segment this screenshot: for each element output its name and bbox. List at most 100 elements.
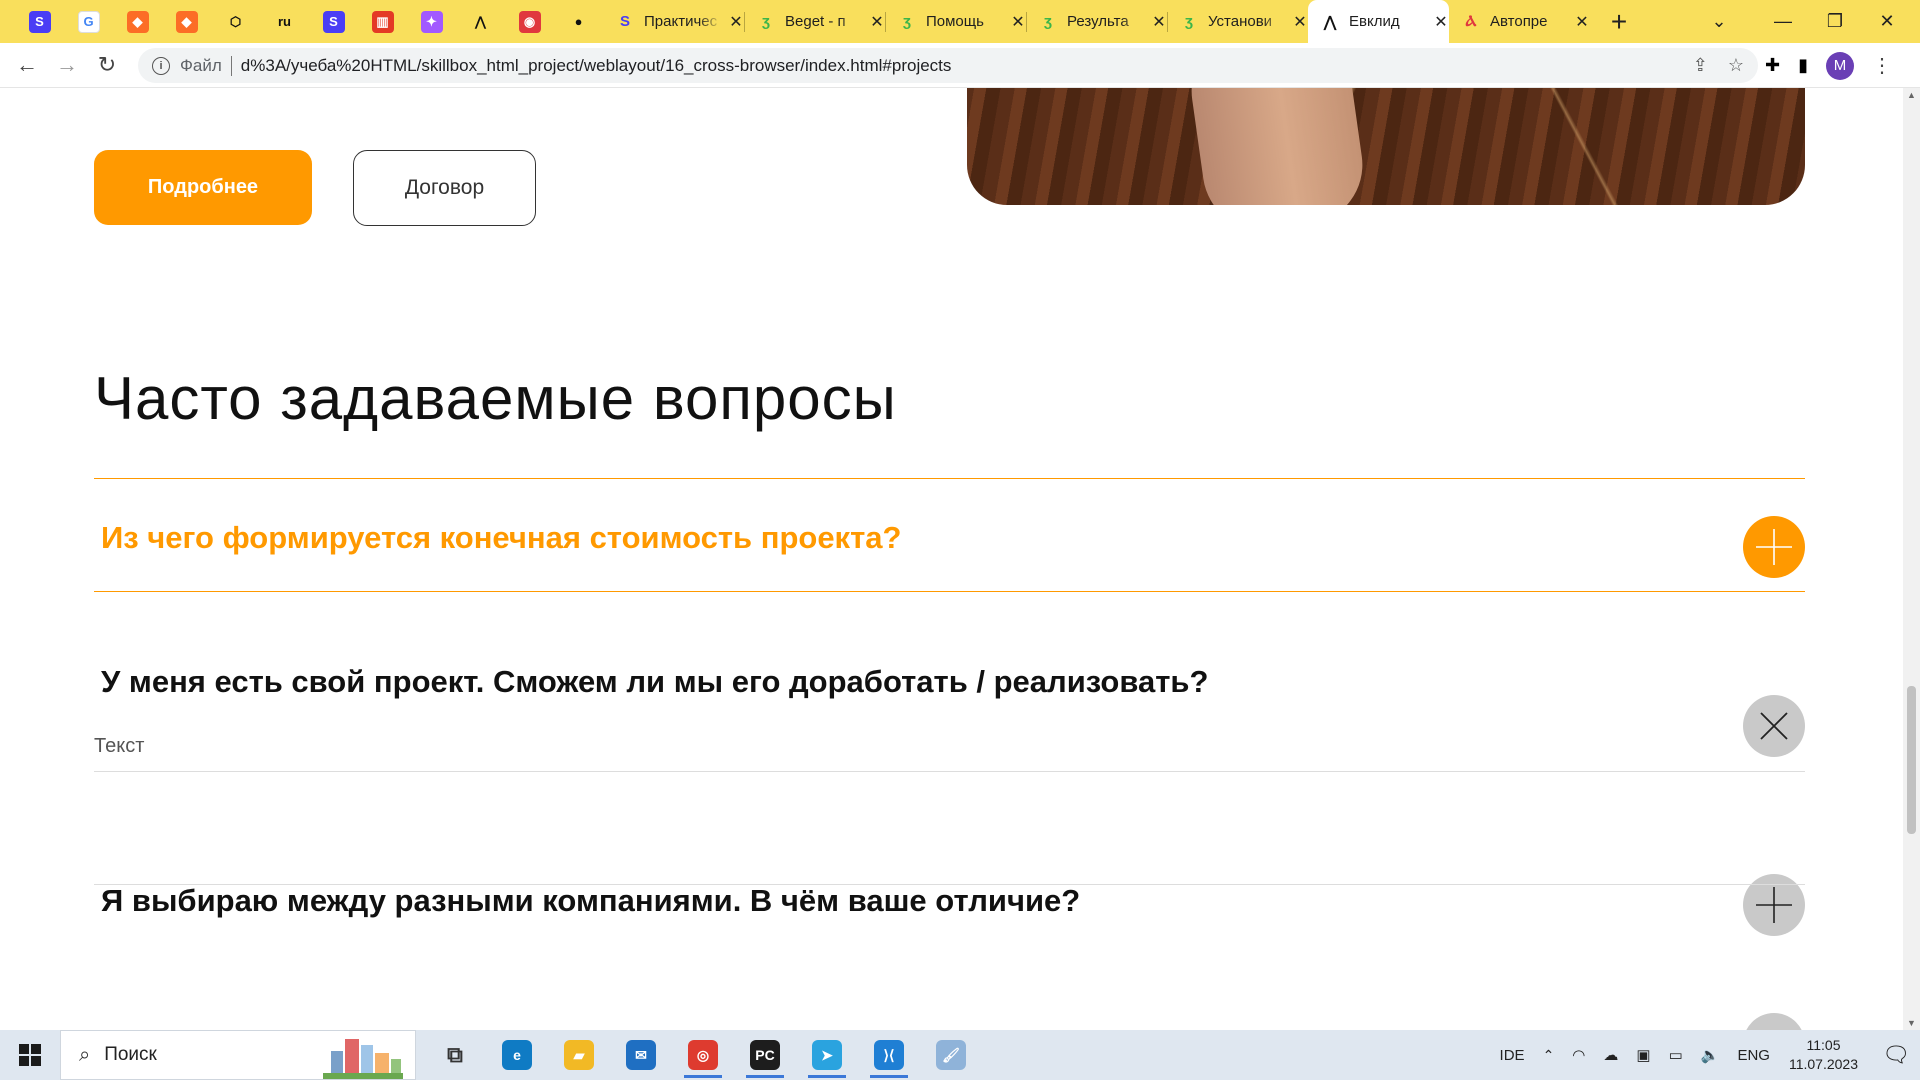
taskbar-app[interactable]: PC	[734, 1030, 796, 1080]
chrome-icon: ◎	[688, 1040, 718, 1070]
browser-tab[interactable]: Ⲁ Автопре ✕	[1449, 0, 1590, 43]
taskbar-app[interactable]: 🖌	[920, 1030, 982, 1080]
github-icon: ●	[574, 14, 583, 29]
taskbar-app[interactable]: ➤	[796, 1030, 858, 1080]
browser-tab-strip: S G ◆ ◆ ⬡ ru S ▥ ✦ ⋀ ◉ ● S Практичес ✕ ʒ Beget - п ✕ ʒ Пом…	[0, 0, 1920, 43]
faq-toggle-cost[interactable]	[1743, 516, 1805, 578]
pinned-tab[interactable]: ru	[260, 0, 309, 43]
pinned-tab[interactable]: ✦	[407, 0, 456, 43]
pinned-tab[interactable]: ◆	[113, 0, 162, 43]
running-indicator	[808, 1075, 846, 1078]
new-tab-button[interactable]: +	[1604, 0, 1634, 43]
tab-close-icon[interactable]: ✕	[869, 12, 885, 32]
taskbar-app[interactable]: e	[486, 1030, 548, 1080]
taskbar-search-box[interactable]: ⌕ Поиск	[60, 1030, 416, 1080]
tab-favicon-icon: ʒ	[1044, 13, 1052, 30]
back-arrow-icon[interactable]: ←	[7, 45, 47, 85]
gitlab-icon: ◆	[175, 10, 198, 33]
pinned-tab[interactable]: ⬡	[211, 0, 260, 43]
taskbar-app[interactable]: ◎	[672, 1030, 734, 1080]
share-icon[interactable]: ⇪	[1693, 55, 1708, 76]
address-bar[interactable]: i Файл d%3A/учеба%20HTML/skillbox_html_p…	[138, 48, 1758, 83]
forward-arrow-icon[interactable]: →	[47, 45, 87, 85]
windows-start-icon[interactable]	[0, 1030, 60, 1080]
close-window-icon[interactable]: ✕	[1864, 0, 1910, 43]
scroll-thumb[interactable]	[1907, 686, 1916, 834]
more-button[interactable]: Подробнее	[94, 150, 312, 225]
pinned-tab[interactable]: ◉	[505, 0, 554, 43]
pinned-tab[interactable]: ◆	[162, 0, 211, 43]
windows-taskbar: ⌕ Поиск ⧉ e ▰ ✉ ◎ PC ➤ ⟩⟨ 🖌 IDE ⌃ ◠ ☁ ▣ ▭ 🔈 ENG …	[0, 1030, 1920, 1080]
profile-avatar[interactable]: M	[1826, 51, 1854, 80]
faq-answer-own-project: Текст	[94, 735, 145, 757]
tab-favicon-icon: ⋀	[1323, 13, 1337, 31]
extensions-puzzle-icon[interactable]: ✚	[1765, 55, 1780, 76]
pinned-tab[interactable]: ●	[554, 0, 603, 43]
meet-now-icon[interactable]: ▣	[1636, 1046, 1650, 1064]
browser-tab[interactable]: ʒ Beget - п ✕	[744, 0, 885, 43]
browser-tab[interactable]: ⋀ Евклид ✕	[1308, 0, 1449, 43]
tab-title: Установи	[1208, 13, 1273, 30]
onedrive-icon[interactable]: ☁	[1603, 1046, 1618, 1064]
pinned-tab[interactable]: ▥	[358, 0, 407, 43]
page-scrollbar[interactable]: ▲ ▼	[1903, 88, 1920, 1030]
clock-time: 11:05	[1806, 1037, 1841, 1053]
url-text[interactable]: d%3A/учеба%20HTML/skillbox_html_project/…	[241, 56, 952, 76]
scroll-down-icon[interactable]: ▼	[1907, 1018, 1916, 1028]
browser-tab[interactable]: ʒ Установи ✕	[1167, 0, 1308, 43]
system-tray: IDE ⌃ ◠ ☁ ▣ ▭ 🔈 ENG 11:05 11.07.2023 🗨	[1491, 1030, 1920, 1080]
browser-tab[interactable]: ʒ Результа ✕	[1026, 0, 1167, 43]
tab-close-icon[interactable]: ✕	[1010, 12, 1026, 32]
reload-icon[interactable]: ↻	[87, 45, 127, 85]
side-panel-icon[interactable]: ▮	[1798, 55, 1808, 76]
tab-close-icon[interactable]: ✕	[1292, 12, 1308, 32]
vscode-icon: ⟩⟨	[874, 1040, 904, 1070]
tray-expand-icon[interactable]: ⌃	[1543, 1047, 1555, 1064]
restore-icon[interactable]: ❐	[1812, 0, 1858, 43]
kebab-menu-icon[interactable]: ⋮	[1872, 53, 1892, 78]
faq-question-difference[interactable]: Я выбираю между разными компаниями. В чё…	[101, 883, 1080, 919]
taskbar-app[interactable]: ⧉	[424, 1030, 486, 1080]
tab-close-icon[interactable]: ✕	[728, 12, 744, 32]
taskbar-app[interactable]: ⟩⟨	[858, 1030, 920, 1080]
tab-close-icon[interactable]: ✕	[1151, 12, 1167, 32]
scroll-up-icon[interactable]: ▲	[1907, 90, 1916, 100]
bookmark-star-icon[interactable]: ☆	[1728, 55, 1744, 76]
pinned-tab[interactable]: G	[64, 0, 113, 43]
tab-search-icon[interactable]: ⌄	[1696, 0, 1742, 43]
tab-favicon-icon: ʒ	[903, 13, 911, 30]
taskbar-app[interactable]: ▰	[548, 1030, 610, 1080]
input-language[interactable]: ENG	[1737, 1047, 1770, 1064]
tab-separator	[885, 12, 886, 32]
clock[interactable]: 11:05 11.07.2023	[1789, 1036, 1858, 1074]
browser-tab[interactable]: S Практичес ✕	[603, 0, 744, 43]
contract-button[interactable]: Договор	[353, 150, 536, 226]
tab-close-icon[interactable]: ✕	[1433, 12, 1449, 32]
faq-toggle-own-project[interactable]	[1743, 695, 1805, 757]
volume-icon[interactable]: 🔈	[1701, 1046, 1720, 1064]
ide-tray-label[interactable]: IDE	[1500, 1047, 1525, 1064]
tab-close-icon[interactable]: ✕	[1574, 12, 1590, 32]
running-indicator	[870, 1075, 908, 1078]
wifi-icon[interactable]: ◠	[1572, 1046, 1585, 1064]
pinned-tab[interactable]: S	[15, 0, 64, 43]
running-indicator	[746, 1075, 784, 1078]
minimize-icon[interactable]: —	[1760, 0, 1806, 43]
notifications-icon[interactable]: 🗨	[1872, 1030, 1920, 1080]
site-info-icon[interactable]: i	[152, 56, 170, 75]
taskbar-apps: ⧉ e ▰ ✉ ◎ PC ➤ ⟩⟨ 🖌	[424, 1030, 982, 1080]
search-icon: ⌕	[79, 1043, 91, 1066]
gitlab-icon: ◆	[126, 10, 149, 33]
taskbar-app[interactable]: ✉	[610, 1030, 672, 1080]
faq-divider	[94, 884, 1805, 885]
pinned-tab[interactable]: S	[309, 0, 358, 43]
faq-toggle-next[interactable]	[1743, 1013, 1805, 1030]
faq-question-own-project[interactable]: У меня есть свой проект. Сможем ли мы ег…	[101, 664, 1208, 700]
edge-icon: e	[502, 1040, 532, 1070]
battery-icon[interactable]: ▭	[1669, 1046, 1683, 1064]
tab-title: Автопре	[1490, 13, 1548, 30]
skillbox-icon: S	[28, 10, 51, 33]
pinned-tab[interactable]: ⋀	[456, 0, 505, 43]
faq-question-cost[interactable]: Из чего формируется конечная стоимость п…	[101, 520, 901, 556]
browser-tab[interactable]: ʒ Помощь ✕	[885, 0, 1026, 43]
